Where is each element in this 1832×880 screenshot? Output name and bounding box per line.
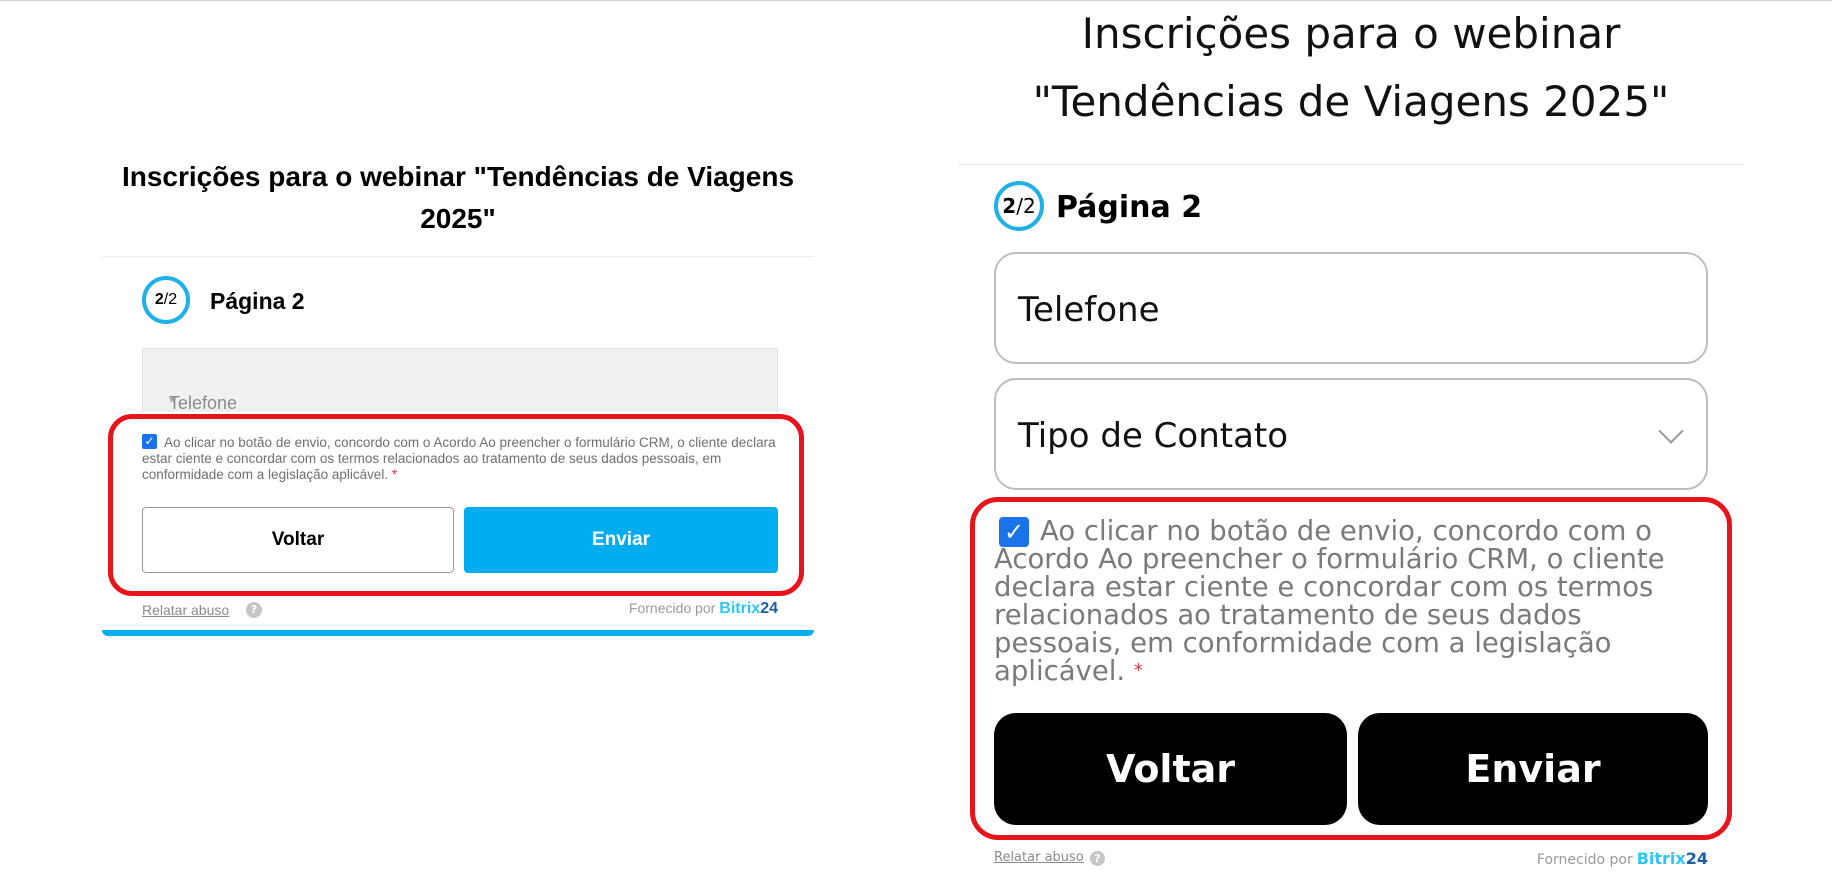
brand-number: 24: [760, 600, 778, 617]
phone-field[interactable]: Telefone *: [142, 348, 778, 413]
check-icon: ✓: [1003, 518, 1025, 546]
consent-required-mark: *: [1133, 660, 1143, 681]
page-label: Página 2: [210, 288, 305, 314]
step-total: /2: [163, 291, 178, 308]
chevron-down-icon: [1658, 418, 1684, 444]
step-indicator: 2/2: [994, 181, 1044, 231]
divider: [958, 164, 1744, 165]
powered-by: Fornecido por Bitrix24: [629, 600, 778, 618]
help-icon[interactable]: ?: [246, 602, 262, 618]
powered-by-text: Fornecido por: [628, 600, 716, 616]
consent-checkbox[interactable]: ✓: [142, 434, 157, 449]
consent-text: Ao clicar no botão de envio, concordo co…: [994, 517, 1708, 685]
powered-by-text: Fornecido por: [1536, 852, 1633, 868]
required-mark: *: [169, 393, 177, 413]
contact-type-label: Tipo de Contato: [1018, 416, 1289, 456]
form-title-line1: Inscrições para o webinar: [1081, 9, 1621, 58]
contact-type-select[interactable]: Tipo de Contato: [994, 378, 1708, 490]
form-bottom-bar: [102, 630, 814, 636]
back-button[interactable]: Voltar: [994, 713, 1347, 825]
bitrix-logo[interactable]: Bitrix24: [719, 600, 778, 617]
form-title-line2: "Tendências de Viagens 2025": [1032, 77, 1670, 126]
brand-name: Bitrix: [1636, 849, 1686, 868]
consent-text-body: Ao clicar no botão de envio, concordo co…: [994, 515, 1665, 687]
step-current: 2: [1002, 194, 1017, 218]
bitrix-logo[interactable]: Bitrix24: [1637, 849, 1708, 868]
phone-field-label: Telefone: [1018, 290, 1160, 330]
submit-button[interactable]: Enviar: [464, 507, 778, 573]
page-label: Página 2: [1056, 190, 1203, 225]
phone-field[interactable]: Telefone: [994, 252, 1708, 364]
step-indicator: 2/2: [142, 276, 190, 324]
consent-text: Ao clicar no botão de envio, concordo co…: [142, 435, 778, 483]
report-abuse-link[interactable]: Relatar abuso: [142, 602, 229, 618]
form-title: Inscrições para o webinar "Tendências de…: [121, 161, 795, 234]
consent-text-body: Ao clicar no botão de envio, concordo co…: [142, 435, 776, 482]
brand-name: Bitrix: [719, 600, 761, 617]
form-title: Inscrições para o webinar "Tendências de…: [958, 0, 1744, 136]
check-icon: ✓: [144, 434, 155, 448]
consent-checkbox[interactable]: ✓: [999, 517, 1029, 547]
step-total: /2: [1016, 194, 1036, 218]
powered-by: Fornecido por Bitrix24: [1537, 849, 1708, 868]
step-current: 2: [154, 291, 164, 308]
divider: [102, 256, 814, 257]
brand-number: 24: [1685, 849, 1708, 868]
consent-required-mark: *: [391, 467, 398, 482]
help-icon[interactable]: ?: [1090, 851, 1105, 866]
report-abuse-link[interactable]: Relatar abuso: [994, 850, 1084, 865]
submit-button[interactable]: Enviar: [1358, 713, 1708, 825]
back-button[interactable]: Voltar: [142, 507, 454, 573]
phone-label-text: Telefone: [169, 393, 238, 413]
